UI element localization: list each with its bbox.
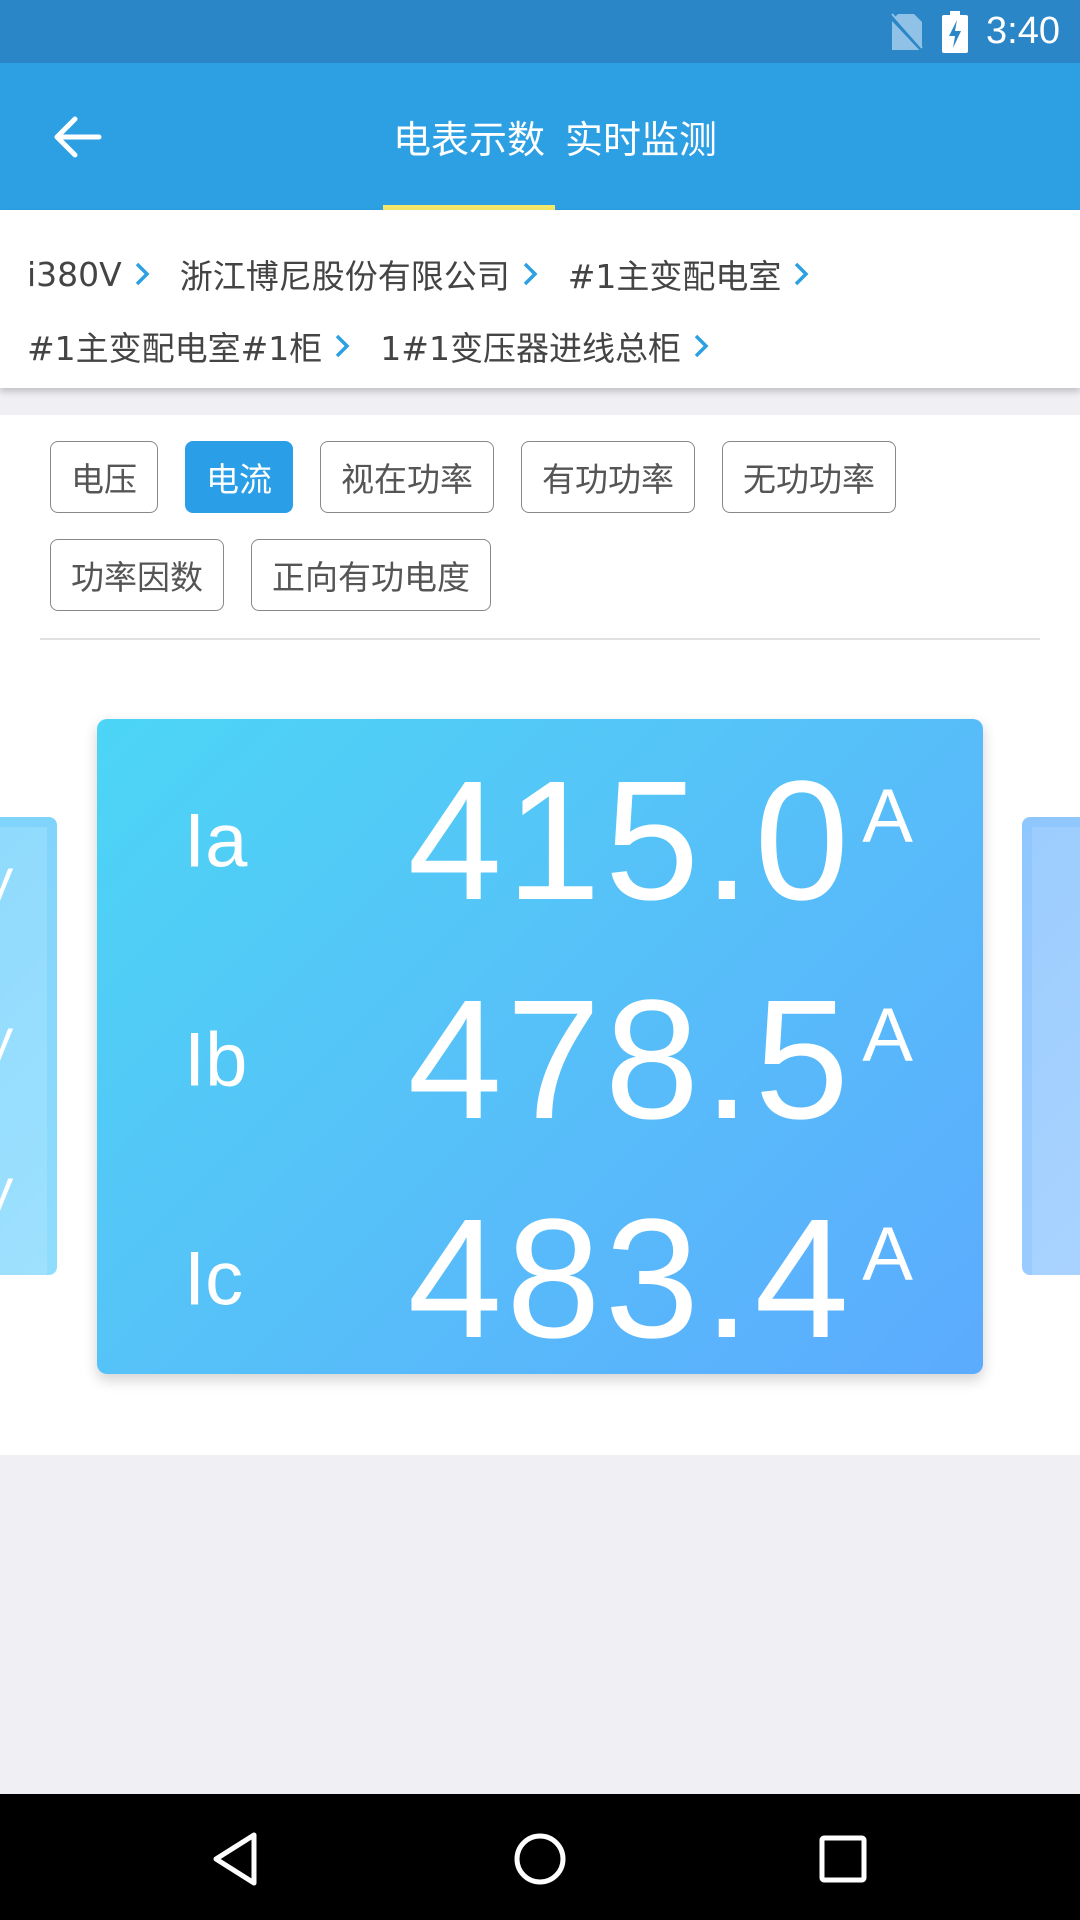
chip-power-factor[interactable]: 功率因数: [50, 539, 224, 611]
breadcrumb-label: #1主变配电室#1柜: [27, 329, 323, 368]
chip-active-power[interactable]: 有功功率: [521, 441, 695, 513]
chip-row: 功率因数 正向有功电度: [50, 539, 1050, 611]
app-bar: 电表示数 实时监测: [0, 63, 1080, 210]
system-nav-bar: [0, 1794, 1080, 1920]
peek-unit: V: [0, 857, 13, 915]
peek-unit: V: [0, 1167, 13, 1225]
reading-label: Ia: [184, 798, 248, 884]
reading-value: 478.5: [407, 965, 853, 1155]
breadcrumb-label: 1#1变压器进线总柜: [380, 329, 681, 368]
breadcrumb-label: i380V: [27, 254, 122, 294]
chevron-right-icon: [334, 333, 350, 359]
breadcrumb-item[interactable]: #1主变配电室#1柜: [27, 322, 350, 370]
status-bar: 3:40: [0, 0, 1080, 63]
breadcrumb-row: #1主变配电室#1柜 1#1变压器进线总柜: [27, 310, 1080, 382]
reading-label: Ib: [184, 1017, 248, 1103]
reading-unit: A: [862, 774, 913, 860]
no-sim-icon: [890, 12, 925, 52]
nav-back-button[interactable]: [200, 1824, 270, 1894]
tab-label: 电表示数: [392, 118, 545, 162]
chip-forward-active-energy[interactable]: 正向有功电度: [251, 539, 491, 611]
triangle-back-icon: [213, 1832, 257, 1886]
chip-apparent-power[interactable]: 视在功率: [320, 441, 494, 513]
reading-row-ib: Ib 478.5 A: [97, 960, 983, 1160]
tab-label: 实时监测: [565, 118, 718, 162]
chevron-right-icon: [693, 333, 709, 359]
reading-label: Ic: [184, 1236, 244, 1322]
measurement-type-selector: 电压 电流 视在功率 有功功率 无功功率 功率因数 正向有功电度: [50, 441, 1050, 637]
status-time: 3:40: [986, 10, 1060, 52]
reading-value: 483.4: [407, 1184, 853, 1374]
chip-voltage[interactable]: 电压: [50, 441, 158, 513]
reading-value: 415.0: [407, 746, 853, 936]
square-recents-icon: [819, 1835, 867, 1883]
breadcrumb-item[interactable]: #1主变配电室: [568, 250, 810, 298]
chip-row: 电压 电流 视在功率 有功功率 无功功率: [50, 441, 1050, 513]
reading-unit: A: [862, 993, 913, 1079]
breadcrumb-label: 浙江博尼股份有限公司: [179, 257, 510, 296]
tab-meter-reading[interactable]: 电表示数: [382, 63, 555, 210]
card-inner: [1032, 827, 1080, 1275]
breadcrumb-row: i380V 浙江博尼股份有限公司 #1主变配电室: [27, 238, 1080, 310]
breadcrumb-item[interactable]: 1#1变压器进线总柜: [380, 322, 709, 370]
divider: [40, 638, 1040, 640]
breadcrumb-item[interactable]: 浙江博尼股份有限公司: [180, 250, 538, 298]
tab-bar: 电表示数 实时监测: [0, 63, 1080, 210]
breadcrumb: i380V 浙江博尼股份有限公司 #1主变配电室 #1主变配电室#1柜 1#1变…: [0, 210, 1080, 388]
reading-row-ia: Ia 415.0 A: [97, 741, 983, 941]
battery-charging-icon: [942, 10, 969, 53]
peek-unit: V: [0, 1017, 13, 1075]
main-panel: 电压 电流 视在功率 有功功率 无功功率 功率因数 正向有功电度 V V V I…: [0, 415, 1080, 1455]
tab-realtime-monitoring[interactable]: 实时监测: [555, 63, 727, 210]
reading-unit: A: [862, 1212, 913, 1298]
nav-recents-button[interactable]: [808, 1824, 878, 1894]
chip-reactive-power[interactable]: 无功功率: [722, 441, 896, 513]
next-card[interactable]: [1022, 817, 1080, 1275]
circle-home-icon: [514, 1833, 566, 1885]
breadcrumb-item[interactable]: i380V: [27, 255, 150, 294]
chevron-right-icon: [522, 261, 538, 287]
current-reading-card[interactable]: Ia 415.0 A Ib 478.5 A Ic 483.4 A: [97, 719, 983, 1374]
breadcrumb-label: #1主变配电室: [567, 257, 782, 296]
reading-row-ic: Ic 483.4 A: [97, 1179, 983, 1379]
chip-current[interactable]: 电流: [185, 441, 293, 513]
chevron-right-icon: [793, 261, 809, 287]
chevron-right-icon: [134, 261, 150, 287]
nav-home-button[interactable]: [505, 1824, 575, 1894]
previous-card[interactable]: V V V: [0, 817, 57, 1275]
